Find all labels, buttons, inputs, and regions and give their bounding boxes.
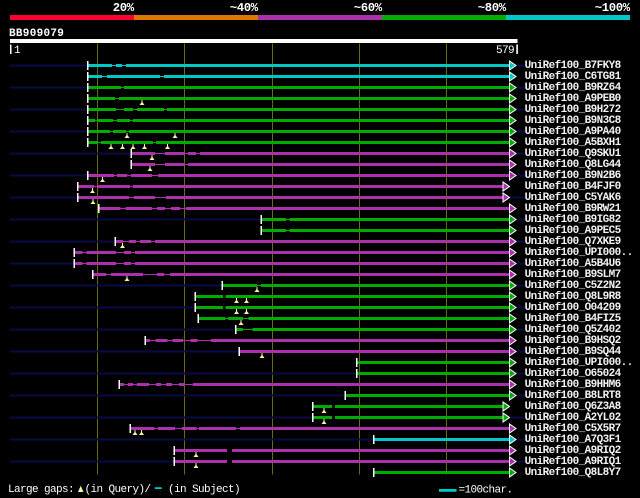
svg-text:579: 579 bbox=[496, 45, 514, 57]
svg-text:(in Subject): (in Subject) bbox=[168, 484, 240, 496]
svg-text:~40%: ~40% bbox=[230, 1, 259, 15]
svg-text:~100%: ~100% bbox=[595, 1, 631, 15]
svg-text:BB909079: BB909079 bbox=[9, 28, 64, 40]
svg-text:UniRef100_Q8L8Y7: UniRef100_Q8L8Y7 bbox=[525, 467, 621, 479]
svg-text:1: 1 bbox=[14, 45, 21, 57]
svg-text:~60%: ~60% bbox=[354, 1, 383, 15]
svg-text:=100char.: =100char. bbox=[459, 485, 513, 497]
svg-text:~80%: ~80% bbox=[478, 1, 507, 15]
svg-text:(in Query)/: (in Query)/ bbox=[85, 484, 151, 496]
svg-text:20%: 20% bbox=[113, 1, 135, 15]
svg-text:Large gaps:: Large gaps: bbox=[8, 484, 74, 496]
